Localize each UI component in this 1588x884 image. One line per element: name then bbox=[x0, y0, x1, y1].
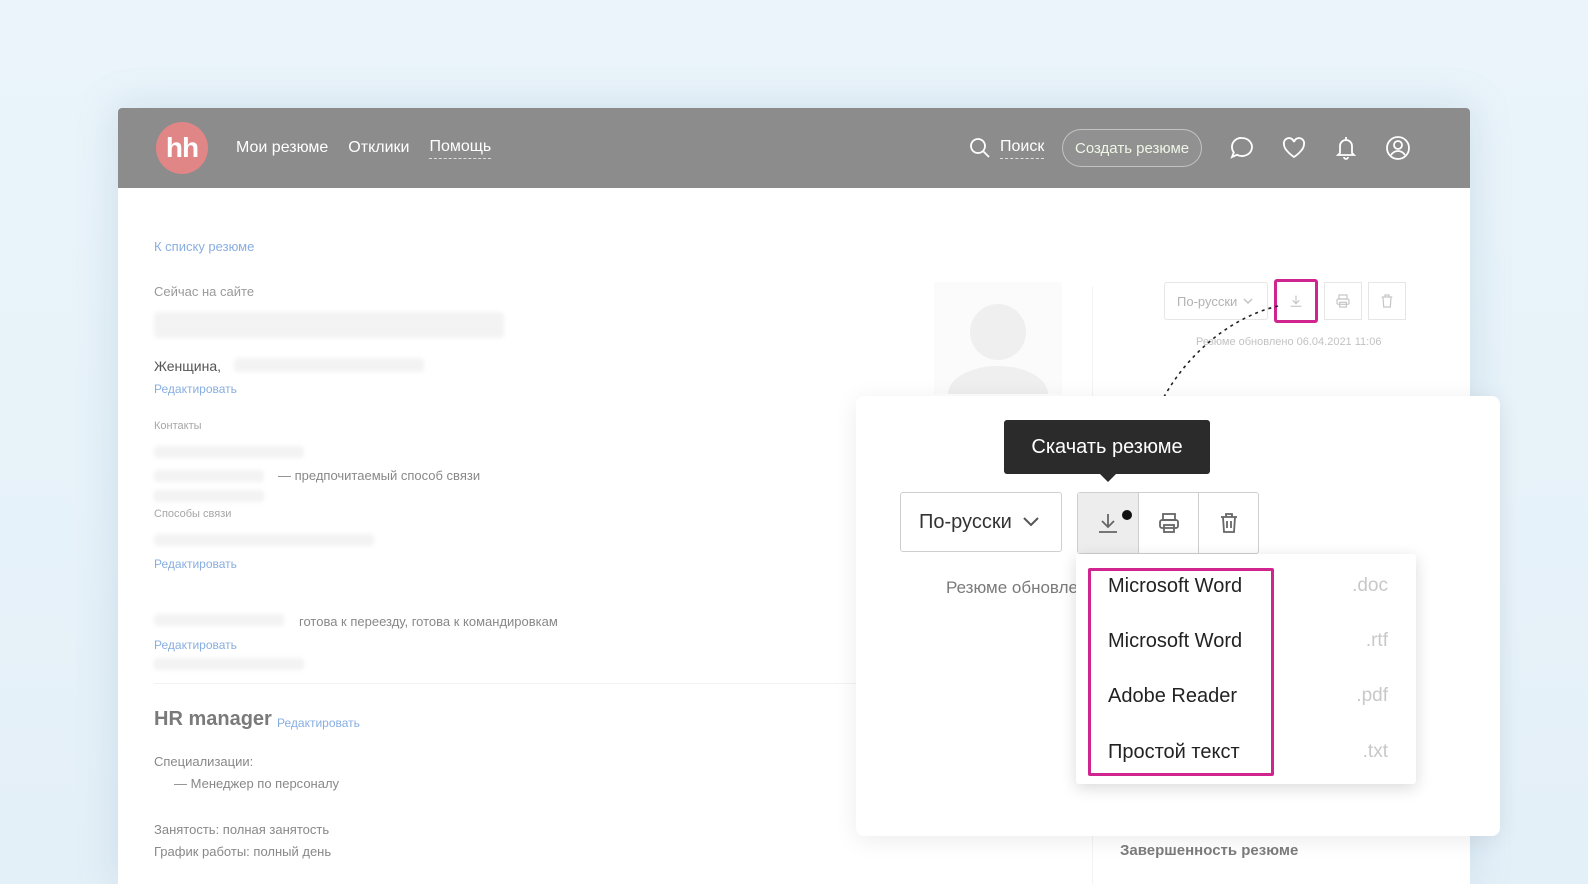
resume-completeness-heading: Завершенность резюме bbox=[1120, 842, 1299, 859]
search-link[interactable]: Поиск bbox=[968, 108, 1045, 188]
download-tooltip: Скачать резюме bbox=[1004, 420, 1210, 482]
extra-blurred bbox=[154, 658, 304, 670]
relocation-text: готова к переезду, готова к командировка… bbox=[299, 614, 558, 629]
bell-icon[interactable] bbox=[1332, 134, 1360, 162]
nav-my-resumes[interactable]: Мои резюме bbox=[236, 139, 328, 157]
chat-icon[interactable] bbox=[1228, 134, 1256, 162]
download-icon bbox=[1099, 514, 1117, 533]
menu-item-pdf-label: Adobe Reader bbox=[1108, 684, 1237, 707]
gender-text: Женщина, bbox=[154, 358, 222, 374]
menu-item-doc-label: Microsoft Word bbox=[1108, 574, 1243, 597]
menu-item-doc[interactable]: Microsoft Word .doc bbox=[1108, 566, 1388, 606]
top-icons bbox=[1228, 134, 1412, 162]
main-nav: Мои резюме Отклики Помощь bbox=[236, 108, 492, 188]
edit-position-link[interactable]: Редактировать bbox=[277, 716, 360, 730]
trash-icon bbox=[1220, 513, 1237, 533]
menu-item-rtf-ext: .rtf bbox=[1365, 630, 1388, 651]
heart-icon[interactable] bbox=[1280, 134, 1308, 162]
edit-contacts-link[interactable]: Редактировать bbox=[154, 557, 237, 571]
delete-button[interactable] bbox=[1198, 493, 1258, 553]
back-to-list-link[interactable]: К списку резюме bbox=[154, 239, 254, 254]
avatar-placeholder bbox=[934, 282, 1062, 394]
connector-dot bbox=[1122, 510, 1132, 520]
section-divider bbox=[154, 683, 874, 684]
menu-item-pdf-ext: .pdf bbox=[1356, 685, 1388, 706]
profile-icon[interactable] bbox=[1384, 134, 1412, 162]
menu-item-rtf[interactable]: Microsoft Word .rtf bbox=[1108, 621, 1388, 661]
delete-button-small[interactable] bbox=[1368, 282, 1406, 320]
language-select[interactable]: По-русски bbox=[900, 492, 1062, 552]
contact-ways-blurred bbox=[154, 534, 374, 546]
print-button-small[interactable] bbox=[1324, 282, 1362, 320]
chevron-down-icon bbox=[1023, 517, 1039, 527]
contact-ways-label: Способы связи bbox=[154, 508, 232, 520]
name-blurred bbox=[154, 312, 504, 338]
language-select-value: По-русски bbox=[919, 510, 1012, 533]
employment-text: Занятость: полная занятость bbox=[154, 822, 330, 837]
online-status: Сейчас на сайте bbox=[154, 284, 255, 299]
nav-help[interactable]: Помощь bbox=[429, 138, 492, 159]
contacts-label: Контакты bbox=[154, 420, 202, 432]
create-resume-button[interactable]: Создать резюме bbox=[1062, 129, 1203, 167]
download-button[interactable] bbox=[1078, 493, 1138, 553]
menu-item-txt[interactable]: Простой текст .txt bbox=[1108, 732, 1388, 772]
zoom-callout-panel: Скачать резюме По-русски Резюме обновлен… bbox=[856, 396, 1500, 836]
edit-relocation-link[interactable]: Редактировать bbox=[154, 638, 237, 652]
top-navigation-bar: hh Мои резюме Отклики Помощь Поиск Созда… bbox=[118, 108, 1470, 188]
menu-item-pdf[interactable]: Adobe Reader .pdf bbox=[1108, 676, 1388, 716]
contact-blurred-2 bbox=[154, 470, 264, 482]
preferred-contact-text: — предпочитаемый способ связи bbox=[278, 468, 481, 483]
hh-logo[interactable]: hh bbox=[156, 122, 208, 174]
edit-personal-link[interactable]: Редактировать bbox=[154, 382, 237, 396]
contact-blurred-3 bbox=[154, 490, 264, 502]
print-button[interactable] bbox=[1138, 493, 1198, 553]
menu-item-rtf-label: Microsoft Word bbox=[1108, 629, 1243, 652]
age-blurred bbox=[234, 358, 424, 372]
city-blurred bbox=[154, 614, 284, 626]
specialization-item: — Менеджер по персоналу bbox=[174, 776, 340, 791]
download-format-menu: Microsoft Word .doc Microsoft Word .rtf Ad… bbox=[1076, 554, 1416, 784]
menu-item-doc-ext: .doc bbox=[1352, 575, 1388, 596]
resume-updated-text: Резюме обновлено bbox=[946, 578, 1080, 597]
print-icon bbox=[1158, 513, 1179, 533]
search-icon bbox=[970, 138, 990, 158]
menu-item-txt-ext: .txt bbox=[1362, 741, 1388, 762]
download-icon bbox=[1290, 295, 1302, 307]
menu-item-txt-label: Простой текст bbox=[1108, 740, 1240, 763]
schedule-text: График работы: полный день bbox=[154, 844, 332, 859]
print-icon bbox=[1336, 294, 1350, 308]
trash-icon bbox=[1381, 294, 1393, 308]
contact-blurred-1 bbox=[154, 446, 304, 458]
search-label: Поиск bbox=[1000, 138, 1045, 159]
nav-responses[interactable]: Отклики bbox=[348, 139, 409, 157]
resume-action-buttons bbox=[1077, 492, 1259, 554]
specializations-label: Специализации: bbox=[154, 754, 254, 769]
position-title: HR manager bbox=[154, 708, 272, 730]
